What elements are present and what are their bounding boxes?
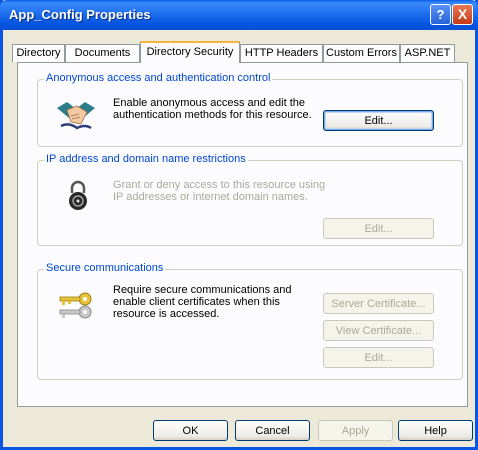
secure-communications-group-title: Secure communications [44,262,166,274]
apply-button[interactable]: Apply [318,420,393,441]
anonymous-access-group: Anonymous access and authentication cont… [37,72,463,147]
padlock-icon [69,180,87,210]
ip-restrictions-description: Grant or deny access to this resource us… [113,179,325,203]
properties-window: App_Config Properties ? X Directory Docu… [0,0,478,450]
tab-documents[interactable]: Documents [65,44,140,62]
view-certificate-button[interactable]: View Certificate... [323,320,434,341]
anonymous-description-line-1: Enable anonymous access and edit the [113,97,306,109]
window-title: App_Config Properties [9,7,151,22]
secure-communications-group: Secure communications Require secure com… [37,262,463,380]
ip-description-line-2: IP addresses or internet domain names. [113,191,308,203]
tab-aspnet[interactable]: ASP.NET [400,44,455,62]
key-icon [59,292,92,319]
title-bar[interactable]: App_Config Properties ? X [0,0,478,30]
anonymous-description-line-2: authentication methods for this resource… [113,109,312,121]
tab-custom-errors[interactable]: Custom Errors [323,44,400,62]
tab-directory[interactable]: Directory [12,44,65,62]
tab-panel: Anonymous access and authentication cont… [17,62,468,407]
ip-restrictions-group-title: IP address and domain name restrictions [44,153,248,165]
ip-description-line-1: Grant or deny access to this resource us… [113,179,326,191]
tab-directory-security[interactable]: Directory Security [140,41,240,63]
secure-description-line-2: enable client certificates when this [113,296,280,308]
secure-edit-button[interactable]: Edit... [323,347,434,368]
secure-description-line-3: resource is accessed. [113,308,220,320]
tab-http-headers[interactable]: HTTP Headers [240,44,323,62]
help-button[interactable]: Help [398,420,473,441]
ok-button[interactable]: OK [153,420,228,441]
server-certificate-button[interactable]: Server Certificate... [323,293,434,314]
secure-communications-description: Require secure communications and enable… [113,284,292,320]
cancel-button[interactable]: Cancel [235,420,310,441]
handshake-icon [57,102,95,130]
anonymous-access-group-title: Anonymous access and authentication cont… [44,72,273,84]
ip-restrictions-group: IP address and domain name restrictions … [37,153,463,246]
anonymous-edit-button[interactable]: Edit... [323,110,434,131]
ip-edit-button[interactable]: Edit... [323,218,434,239]
help-title-button[interactable]: ? [430,4,451,25]
secure-description-line-1: Require secure communications and [113,284,292,296]
anonymous-access-description: Enable anonymous access and edit the aut… [113,97,312,121]
close-title-button[interactable]: X [452,4,473,25]
